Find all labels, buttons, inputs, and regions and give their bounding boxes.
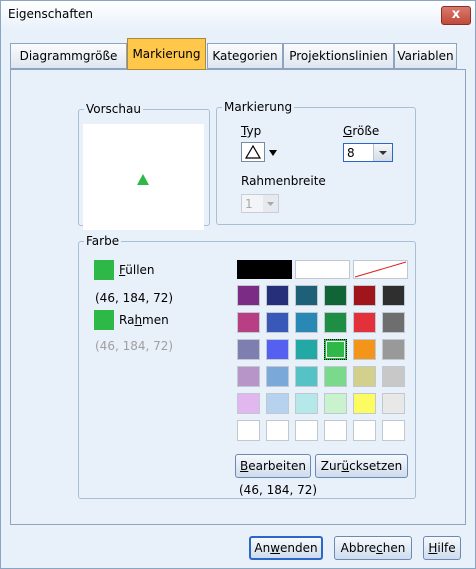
properties-dialog: Eigenschaften x Diagrammgröße Markierung… bbox=[0, 0, 476, 569]
size-value: 8 bbox=[347, 146, 355, 160]
tab-variablen[interactable]: Variablen bbox=[394, 43, 457, 69]
color-cell[interactable] bbox=[266, 285, 289, 306]
color-cell[interactable] bbox=[353, 420, 376, 441]
marker-group: Markierung Typ Größe 8 Rahmenbreite 1 bbox=[216, 100, 416, 225]
window-title: Eigenschaften bbox=[8, 7, 94, 21]
color-cell[interactable] bbox=[382, 285, 405, 306]
tab-diagrammgroesse[interactable]: Diagrammgröße bbox=[10, 43, 127, 69]
border-rgb-value: (46, 184, 72) bbox=[95, 339, 174, 353]
color-cell[interactable] bbox=[353, 366, 376, 387]
tab-label: Variablen bbox=[397, 49, 454, 63]
color-cell[interactable] bbox=[237, 285, 260, 306]
tab-label: Diagrammgröße bbox=[19, 49, 118, 63]
border-width-select[interactable]: 1 bbox=[241, 194, 279, 213]
color-cell-none[interactable] bbox=[353, 260, 408, 279]
tab-label: Markierung bbox=[132, 47, 201, 61]
color-cell[interactable] bbox=[324, 285, 347, 306]
color-cell[interactable] bbox=[266, 312, 289, 333]
color-cell[interactable] bbox=[382, 393, 405, 414]
tab-projektionslinien[interactable]: Projektionslinien bbox=[283, 43, 394, 69]
title-bar: Eigenschaften x bbox=[1, 1, 475, 29]
type-label: Typ bbox=[241, 124, 262, 138]
color-cell[interactable] bbox=[324, 393, 347, 414]
border-label: Rahmen bbox=[119, 313, 169, 327]
color-cell[interactable] bbox=[295, 339, 318, 360]
close-icon: x bbox=[451, 7, 461, 22]
triangle-outline-icon bbox=[241, 142, 277, 162]
fill-rgb-value: (46, 184, 72) bbox=[95, 291, 174, 305]
color-cell[interactable] bbox=[266, 393, 289, 414]
color-cell[interactable] bbox=[353, 393, 376, 414]
color-cell-black[interactable] bbox=[237, 260, 292, 279]
close-button[interactable]: x bbox=[441, 6, 471, 25]
color-cell[interactable] bbox=[237, 312, 260, 333]
color-cell[interactable] bbox=[237, 366, 260, 387]
color-cell[interactable] bbox=[353, 285, 376, 306]
border-color-swatch[interactable] bbox=[94, 310, 114, 330]
color-cell-white[interactable] bbox=[295, 260, 350, 279]
color-cell[interactable] bbox=[295, 420, 318, 441]
color-cell[interactable] bbox=[237, 420, 260, 441]
no-color-icon bbox=[354, 261, 407, 278]
preview-marker bbox=[137, 174, 149, 185]
color-cell[interactable] bbox=[295, 366, 318, 387]
chevron-down-icon bbox=[373, 144, 392, 161]
help-button[interactable]: Hilfe bbox=[423, 536, 461, 560]
size-label: Größe bbox=[343, 124, 380, 138]
color-cell[interactable] bbox=[382, 366, 405, 387]
reset-color-button[interactable]: Zurücksetzen bbox=[315, 454, 408, 478]
color-cell[interactable] bbox=[324, 312, 347, 333]
size-select[interactable]: 8 bbox=[343, 143, 393, 162]
color-cell[interactable] bbox=[295, 285, 318, 306]
color-cell[interactable] bbox=[324, 366, 347, 387]
color-cell[interactable] bbox=[237, 339, 260, 360]
preview-canvas bbox=[83, 124, 204, 230]
tab-markierung[interactable]: Markierung bbox=[127, 38, 206, 70]
tab-label: Projektionslinien bbox=[289, 49, 388, 63]
color-cell[interactable] bbox=[266, 420, 289, 441]
fill-color-swatch[interactable] bbox=[94, 260, 114, 280]
tab-label: Kategorien bbox=[212, 49, 278, 63]
preview-marker-triangle bbox=[137, 174, 149, 185]
color-cell[interactable] bbox=[382, 420, 405, 441]
color-cell[interactable] bbox=[324, 339, 347, 360]
color-cell[interactable] bbox=[295, 312, 318, 333]
color-cell[interactable] bbox=[237, 393, 260, 414]
color-palette bbox=[237, 285, 407, 448]
tab-kategorien[interactable]: Kategorien bbox=[207, 43, 283, 69]
color-cell[interactable] bbox=[324, 420, 347, 441]
border-width-value: 1 bbox=[245, 197, 253, 211]
preview-legend: Vorschau bbox=[86, 102, 141, 116]
edit-color-button[interactable]: Bearbeiten bbox=[235, 454, 311, 478]
color-cell[interactable] bbox=[295, 393, 318, 414]
color-cell[interactable] bbox=[382, 312, 405, 333]
color-legend: Farbe bbox=[86, 234, 120, 248]
color-cell[interactable] bbox=[353, 339, 376, 360]
color-cell[interactable] bbox=[266, 339, 289, 360]
chevron-down-icon bbox=[263, 195, 278, 212]
color-cell[interactable] bbox=[266, 366, 289, 387]
color-group: Farbe Füllen (46, 184, 72) Rahmen (46, 1… bbox=[78, 234, 416, 499]
fill-label: Füllen bbox=[119, 263, 155, 277]
preview-group: Vorschau bbox=[78, 102, 210, 230]
marker-legend: Markierung bbox=[224, 100, 293, 114]
cancel-button[interactable]: Abbrechen bbox=[334, 536, 412, 560]
color-cell[interactable] bbox=[353, 312, 376, 333]
selected-rgb-value: (46, 184, 72) bbox=[239, 483, 318, 497]
color-cell[interactable] bbox=[382, 339, 405, 360]
marker-type-dropdown[interactable] bbox=[241, 142, 285, 162]
markierung-tab-panel: Vorschau Markierung Typ Größe 8 Rahmenbr… bbox=[10, 69, 466, 525]
border-width-label: Rahmenbreite bbox=[241, 174, 326, 188]
apply-button[interactable]: Anwenden bbox=[249, 536, 323, 560]
